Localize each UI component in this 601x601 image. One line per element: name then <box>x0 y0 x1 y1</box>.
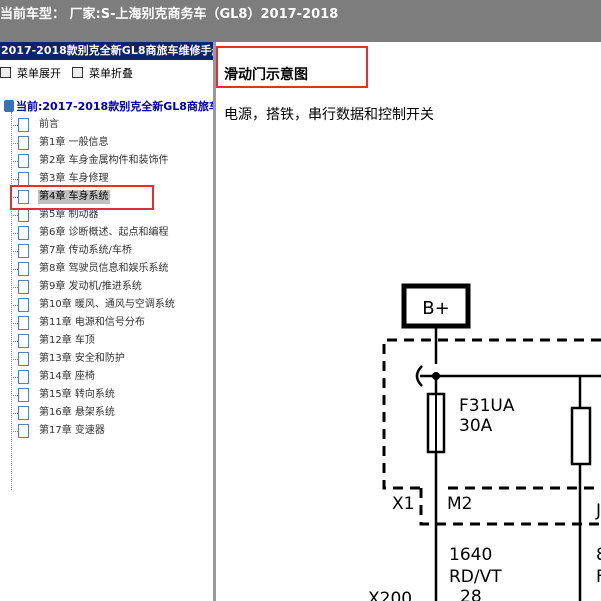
tree-item-label: 第17章 变速器 <box>39 425 105 436</box>
document-icon <box>18 406 29 420</box>
tree-item[interactable]: 第11章 电源和信号分布 <box>11 314 211 332</box>
tree-branch-line <box>11 233 18 234</box>
document-icon <box>18 280 29 294</box>
tree-branch-line <box>11 179 18 180</box>
document-icon <box>18 154 29 168</box>
tree-branch-line <box>11 377 18 378</box>
tree-item[interactable]: 第6章 诊断概述、起点和编程 <box>11 224 211 242</box>
tree-item-label: 第16章 悬架系统 <box>39 407 115 418</box>
tree-item-label: 第7章 传动系统/车桥 <box>39 245 132 256</box>
connector-x1-label: X1 <box>392 494 414 514</box>
tree-item-label: 第2章 车身金属构件和装饰件 <box>39 155 169 166</box>
document-icon <box>18 370 29 384</box>
tree-item[interactable]: 第2章 车身金属构件和装饰件 <box>11 152 211 170</box>
tree-branch-line <box>11 215 18 216</box>
tree-branch-line <box>11 143 18 144</box>
tree-item[interactable]: 第10章 暖风、通风与空调系统 <box>11 296 211 314</box>
tree-item-label: 第10章 暖风、通风与空调系统 <box>39 299 175 310</box>
tree-branch-line <box>11 431 18 432</box>
fuse-second <box>570 406 592 466</box>
tree-branch-line <box>11 359 18 360</box>
tree-item-label: 第11章 电源和信号分布 <box>39 317 145 328</box>
document-icon <box>18 226 29 240</box>
tree-item-label: 第15章 转向系统 <box>39 389 115 400</box>
tree-item[interactable]: 第13章 安全和防护 <box>11 350 211 368</box>
tree-branch-line <box>11 269 18 270</box>
menu-expand-button[interactable]: 菜单展开 <box>0 65 61 81</box>
document-icon <box>18 334 29 348</box>
wire-color: RD/VT <box>449 567 502 587</box>
tree-item-label: 第14章 座椅 <box>39 371 95 382</box>
tree-item[interactable]: 前言 <box>11 116 211 134</box>
document-icon <box>18 118 29 132</box>
tree-item-label: 第5章 制动器 <box>39 209 99 220</box>
tree-item[interactable]: 第1章 一般信息 <box>11 134 211 152</box>
menu-expand-label: 菜单展开 <box>17 67 61 80</box>
document-icon <box>18 298 29 312</box>
wire-number: 1640 <box>449 545 492 565</box>
fuse-rating: 30A <box>459 416 493 436</box>
collapse-icon <box>72 67 83 78</box>
tree-item[interactable]: 第9章 发动机/推进系统 <box>11 278 211 296</box>
partial-label-j: J <box>595 501 601 521</box>
title-highlight-box <box>216 46 368 88</box>
tree-item[interactable]: 第14章 座椅 <box>11 368 211 386</box>
pin-number: 28 <box>460 587 482 601</box>
tree-branch-line <box>11 305 18 306</box>
tree-item-label: 第13章 安全和防护 <box>39 353 125 364</box>
tree-item-label: 第12章 车顶 <box>39 335 95 346</box>
menu-collapse-label: 菜单折叠 <box>89 67 133 80</box>
document-icon <box>18 136 29 150</box>
tree-item-label: 第8章 驾驶员信息和娱乐系统 <box>39 263 169 274</box>
tree-item-label: 第3章 车身修理 <box>39 173 109 184</box>
tree-branch-line <box>11 125 18 126</box>
tree-item-label: 第6章 诊断概述、起点和编程 <box>39 227 169 238</box>
tree-item[interactable]: 第16章 悬架系统 <box>11 404 211 422</box>
selection-highlight-box <box>10 185 154 210</box>
nav-panel-header: 2017-2018款别克全新GL8商旅车维修手册 <box>0 42 213 60</box>
document-icon <box>18 208 29 222</box>
tree-branch-line <box>11 413 18 414</box>
nav-menu-bar: 菜单展开 菜单折叠 <box>0 62 213 82</box>
tree-item[interactable]: 第17章 变速器 <box>11 422 211 440</box>
battery-terminal: B+ <box>401 283 471 329</box>
tree-item[interactable]: 第7章 传动系统/车桥 <box>11 242 211 260</box>
tree-item[interactable]: 第15章 转向系统 <box>11 386 211 404</box>
tree-item-label: 前言 <box>39 119 59 130</box>
document-pane: 滑动门示意图 电源，搭铁，串行数据和控制开关 B+ F31UA 30A X1 M… <box>216 42 601 601</box>
tree-branch-line <box>11 287 18 288</box>
document-icon <box>18 352 29 366</box>
tree-root[interactable]: 当前:2017-2018款别克全新GL8商旅车维修手册 <box>4 98 213 114</box>
partial-label-f: F <box>596 567 601 587</box>
window-title: 当前车型： 厂家:S-上海别克商务车（GL8）2017-2018 <box>0 7 339 22</box>
nav-panel: 2017-2018款别克全新GL8商旅车维修手册 菜单展开 菜单折叠 当前:20… <box>0 42 213 601</box>
tree-item-label: 第1章 一般信息 <box>39 137 109 148</box>
expand-icon <box>0 67 11 78</box>
tree-item[interactable]: 第8章 驾驶员信息和娱乐系统 <box>11 260 211 278</box>
tree-item[interactable]: 第12章 车顶 <box>11 332 211 350</box>
book-icon <box>4 100 14 112</box>
tree-branch-line <box>11 161 18 162</box>
tree-root-label: 当前:2017-2018款别克全新GL8商旅车维修手册 <box>16 100 213 113</box>
document-icon <box>18 316 29 330</box>
menu-collapse-button[interactable]: 菜单折叠 <box>72 65 133 81</box>
document-icon <box>18 424 29 438</box>
connector-m2-label: M2 <box>447 494 472 514</box>
tree-branch-line <box>11 341 18 342</box>
document-icon <box>18 244 29 258</box>
partial-label-8: 8 <box>596 545 601 565</box>
fuse-label: F31UA <box>459 396 515 416</box>
wiring-diagram: B+ F31UA 30A X1 M2 1640 RD/VT X200 28 J … <box>368 283 601 601</box>
document-icon <box>18 262 29 276</box>
connector-x200-label: X200 <box>368 589 412 601</box>
document-icon <box>18 172 29 186</box>
tree-branch-line <box>11 323 18 324</box>
title-bar: 当前车型： 厂家:S-上海别克商务车（GL8）2017-2018 <box>0 0 601 42</box>
tree-branch-line <box>11 251 18 252</box>
tree-item-label: 第9章 发动机/推进系统 <box>39 281 142 292</box>
tree-branch-line <box>11 395 18 396</box>
document-icon <box>18 388 29 402</box>
battery-label: B+ <box>422 298 449 319</box>
